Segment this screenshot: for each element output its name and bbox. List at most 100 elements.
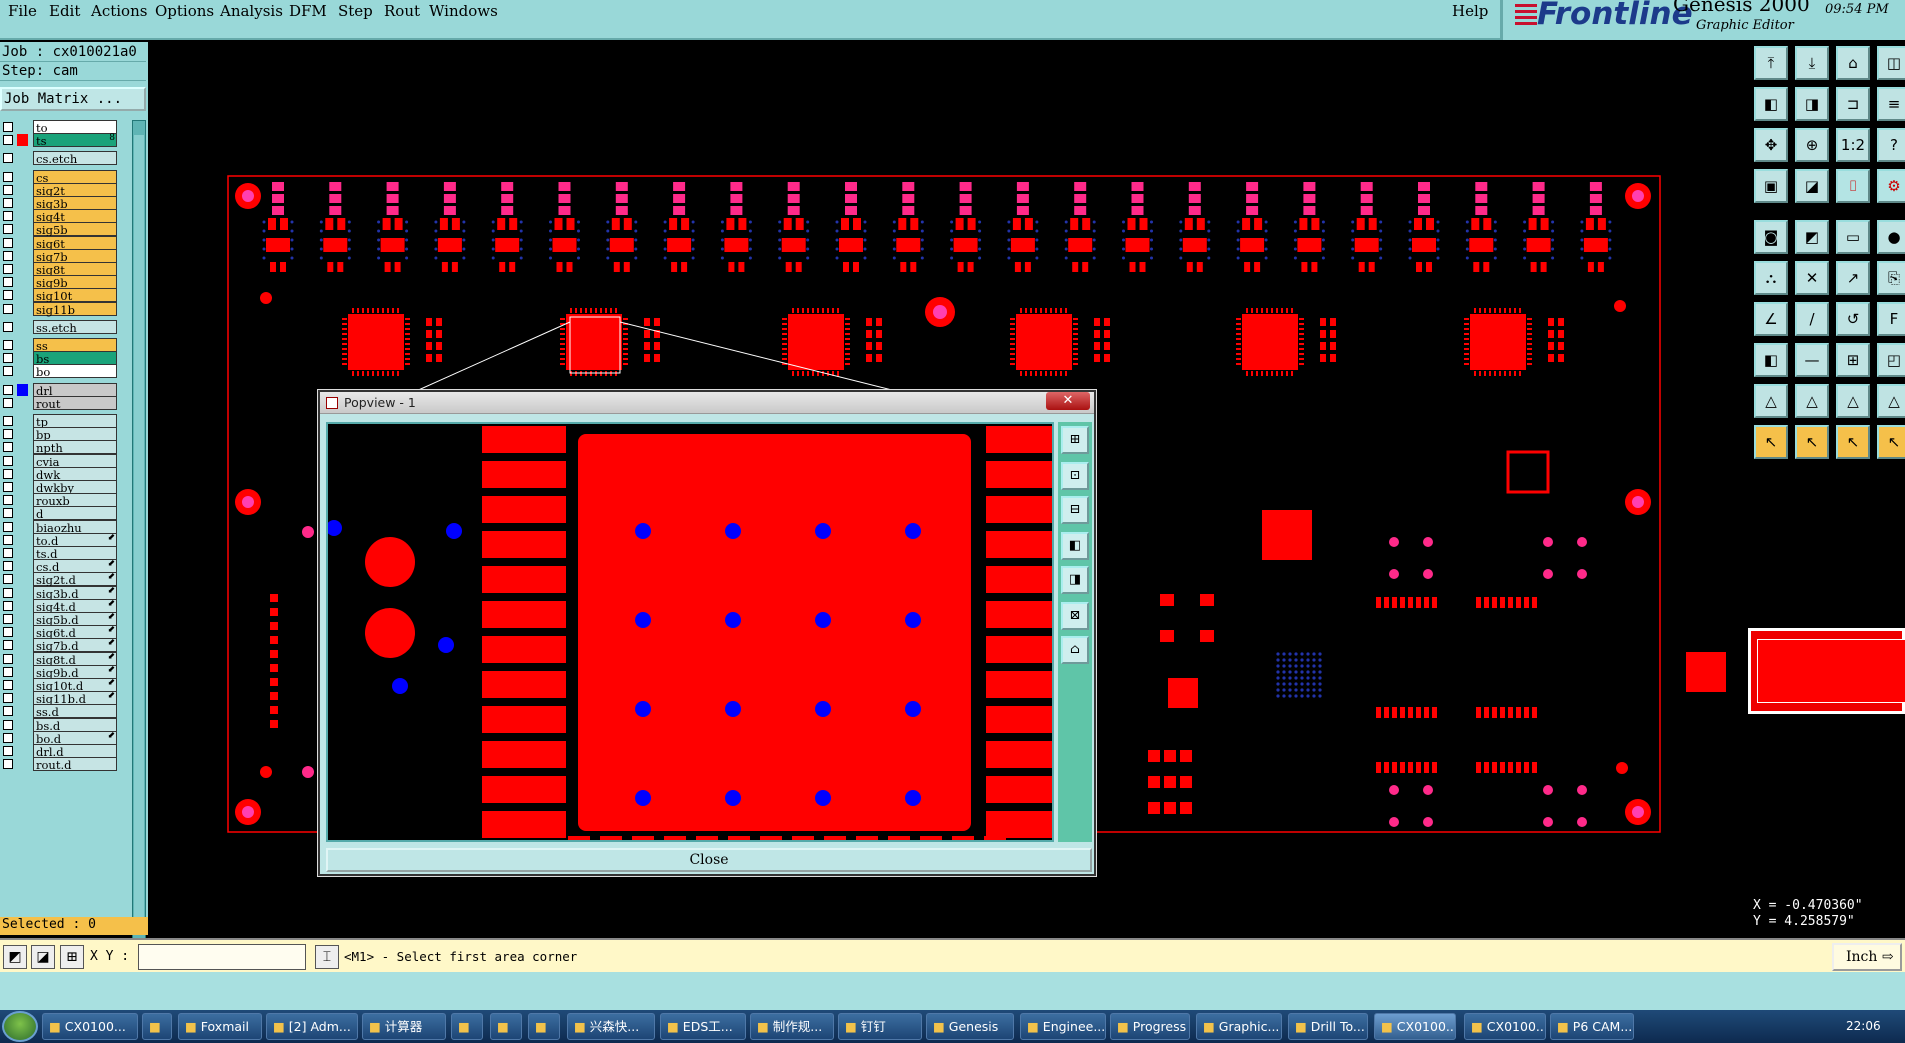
layer-row[interactable]: dwk (0, 466, 118, 482)
layer-checkbox[interactable] (3, 366, 13, 377)
layer-checkbox[interactable] (3, 468, 13, 479)
layer-checkbox[interactable] (3, 680, 13, 690)
layer-name[interactable]: drl.d (33, 744, 117, 759)
taskbar-button[interactable]: ■ Enginee... (1020, 1013, 1106, 1040)
list-icon[interactable]: ≡ (1877, 87, 1905, 121)
overview-frame[interactable] (1757, 639, 1905, 703)
layer-checkbox[interactable] (3, 495, 13, 506)
menu-analysis[interactable]: Analysis (220, 2, 283, 20)
layer-row[interactable]: sig9b.d ⬋ (0, 664, 118, 680)
layer-checkbox[interactable] (3, 184, 13, 195)
layer-row[interactable]: bs.d (0, 717, 118, 733)
point-icon[interactable]: ● (1877, 220, 1905, 254)
units-dropdown[interactable]: Inch ⇨ (1832, 943, 1902, 971)
cut-icon[interactable]: ✕ (1795, 261, 1829, 295)
layer-row[interactable]: sig5b (0, 222, 118, 237)
pad-icon[interactable]: ◧ (1754, 343, 1788, 377)
layer-checkbox[interactable] (3, 666, 13, 677)
zoom-icon[interactable]: ⊕ (1795, 128, 1829, 162)
pointer-b-icon[interactable]: ↖ (1795, 425, 1829, 459)
layer-checkbox[interactable] (3, 224, 13, 235)
layer-row[interactable]: ts.d (0, 546, 118, 561)
layer-row[interactable]: bp (0, 427, 118, 442)
layer-checkbox[interactable] (3, 340, 13, 350)
layer-checkbox[interactable] (3, 732, 13, 743)
taskbar-button[interactable]: ■ 兴森快... (567, 1013, 655, 1040)
taskbar-button[interactable]: ■ Graphic... (1196, 1013, 1282, 1040)
pan-left-icon[interactable]: ◧ (1061, 532, 1089, 560)
layer-name[interactable]: sig11b.d (33, 691, 117, 706)
taskbar-button[interactable]: ■ (142, 1013, 172, 1040)
layer-checkbox[interactable] (3, 561, 13, 572)
fit-icon[interactable]: ✥ (1754, 128, 1788, 162)
taskbar-button[interactable]: ■ 制作规... (750, 1013, 834, 1040)
filter-icon[interactable]: ⚙ (1877, 169, 1905, 203)
taskbar-button[interactable]: ■ [2] Adm... (266, 1013, 358, 1040)
right-icon[interactable]: ◨ (1795, 87, 1829, 121)
layer-row[interactable]: ss.etch (0, 319, 118, 335)
cursor-icon[interactable]: ⌶ (315, 945, 339, 969)
help-icon[interactable]: ? (1877, 128, 1905, 162)
layer-checkbox[interactable] (3, 508, 13, 519)
layer-checkbox[interactable] (3, 353, 13, 364)
layer-name[interactable]: biaozhu (33, 519, 117, 535)
taskbar-button[interactable]: ■ (490, 1013, 522, 1040)
taskbar-button[interactable]: ■ CX0100... (1464, 1013, 1546, 1040)
taskbar-button[interactable]: ■ CX0100... (1374, 1013, 1456, 1040)
taskbar-button[interactable]: ■ 钉钉 (838, 1013, 922, 1040)
layer-checkbox[interactable] (3, 277, 13, 288)
layer-name[interactable]: sig8t (33, 262, 117, 277)
layer-name[interactable]: sig11b (33, 301, 117, 317)
pointer-icon[interactable]: ↖ (1754, 425, 1788, 459)
layer-name[interactable]: sig9b (33, 275, 117, 290)
layer-row[interactable]: sig8t (0, 262, 118, 277)
layer-checkbox[interactable] (3, 153, 13, 164)
layer-checkbox[interactable] (3, 587, 13, 598)
layer-name[interactable]: sig8t.d (33, 651, 117, 667)
layer-row[interactable]: sig5b.d ⬋ (0, 612, 118, 627)
line-icon[interactable]: ∠ (1754, 302, 1788, 336)
layer-checkbox[interactable] (3, 653, 13, 664)
taskbar-button[interactable]: ■ CX0100... (42, 1013, 138, 1040)
layer-name[interactable]: cvia (33, 453, 117, 469)
taskbar-button[interactable]: ■ Progress (1110, 1013, 1190, 1040)
layer-checkbox[interactable] (3, 706, 13, 717)
xy-input[interactable] (138, 944, 306, 970)
layer-name[interactable]: rout.d (33, 757, 117, 772)
layer-checkbox[interactable] (3, 303, 13, 314)
layer-row[interactable]: to (0, 120, 118, 135)
taskbar-button[interactable]: ■ (451, 1013, 483, 1040)
layer-name[interactable]: sig9b.d (33, 664, 117, 680)
minus-icon[interactable]: — (1795, 343, 1829, 377)
layer-name[interactable]: ss.etch (33, 319, 117, 335)
layer-name[interactable]: sig4t (33, 209, 117, 224)
layer-checkbox[interactable] (3, 600, 13, 611)
layer-name[interactable]: sig2t (33, 182, 117, 198)
zoom-in-icon[interactable]: ⊡ (1061, 462, 1089, 490)
arc-icon[interactable]: ↺ (1836, 302, 1870, 336)
layer-checkbox[interactable] (3, 135, 13, 146)
layer-name[interactable]: bo.d (33, 730, 117, 746)
tri-b-icon[interactable]: △ (1836, 384, 1870, 418)
layer-row[interactable]: ss.d (0, 704, 118, 719)
layer-checkbox[interactable] (3, 321, 13, 332)
layer-name[interactable]: rout (33, 395, 117, 411)
layer-name[interactable]: sig5b (33, 222, 117, 237)
zoom-out-icon[interactable]: ⊟ (1061, 496, 1089, 524)
layer-row[interactable]: cs.etch (0, 151, 118, 166)
layer-row[interactable]: sig4t (0, 209, 118, 224)
snap-icon[interactable]: ◪ (1795, 169, 1829, 203)
layer-row[interactable]: bo (0, 364, 118, 379)
move-icon[interactable]: ↗ (1836, 261, 1870, 295)
layer-name[interactable]: sig6t.d (33, 625, 117, 640)
layer-row[interactable]: ss (0, 338, 118, 353)
layer-checkbox[interactable] (3, 640, 13, 651)
layer-scrollbar[interactable] (132, 120, 146, 952)
layer-name[interactable]: sig5b.d (33, 612, 117, 627)
select-icon[interactable]: ◙ (1754, 220, 1788, 254)
menu-help[interactable]: Help (1452, 2, 1488, 20)
home-icon[interactable]: ⌂ (1061, 636, 1089, 664)
layer-name[interactable]: bs (33, 351, 117, 366)
start-icon[interactable] (2, 1011, 38, 1042)
layer-checkbox[interactable] (3, 211, 13, 222)
